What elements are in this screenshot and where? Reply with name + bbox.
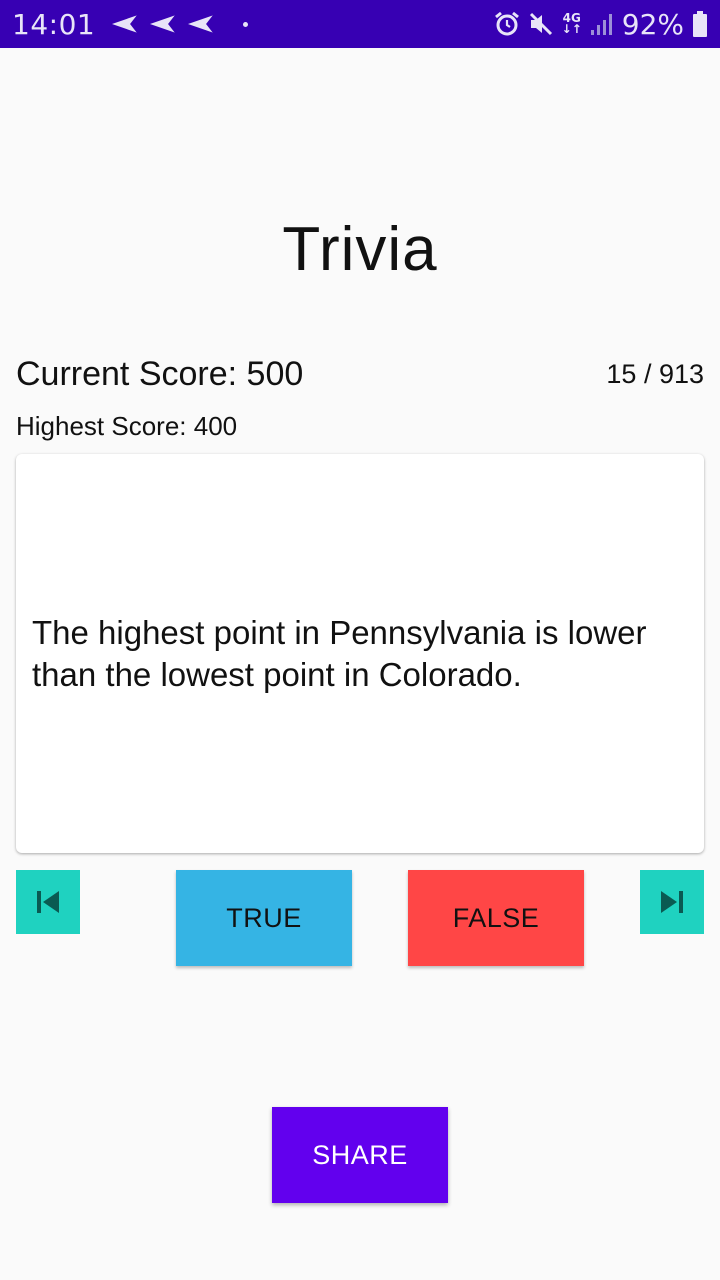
highest-score: Highest Score: 400 [16, 411, 238, 441]
status-bar: 14:01 4G ↓↑ 92% [0, 0, 720, 48]
mute-icon [529, 12, 552, 36]
send-icon [188, 14, 215, 34]
question-text: The highest point in Pennsylvania is low… [32, 613, 647, 693]
send-icon [150, 14, 177, 34]
true-button[interactable]: TRUE [176, 870, 352, 966]
signal-icon [590, 14, 612, 35]
previous-question-button[interactable] [16, 870, 80, 934]
battery-icon [693, 11, 707, 37]
current-score: Current Score: 500 [16, 355, 304, 393]
send-icon [112, 14, 139, 34]
false-button[interactable]: FALSE [408, 870, 584, 966]
network-4g-icon: 4G ↓↑ [561, 12, 582, 36]
skip-next-icon [661, 891, 683, 913]
battery-percent: 92% [621, 7, 684, 41]
status-right: 4G ↓↑ 92% [494, 8, 708, 41]
share-button[interactable]: SHARE [272, 1107, 448, 1203]
question-card: The highest point in Pennsylvania is low… [16, 454, 704, 853]
app-title: Trivia [282, 215, 438, 284]
network-activity-label: ↓↑ [561, 22, 582, 36]
question-counter: 15 / 913 [606, 359, 704, 389]
notification-icons [111, 13, 249, 35]
skip-previous-icon [37, 891, 59, 913]
alarm-icon [494, 11, 519, 36]
status-time: 14:01 [12, 7, 96, 41]
notification-dot [243, 21, 249, 27]
next-question-button[interactable] [640, 870, 704, 934]
